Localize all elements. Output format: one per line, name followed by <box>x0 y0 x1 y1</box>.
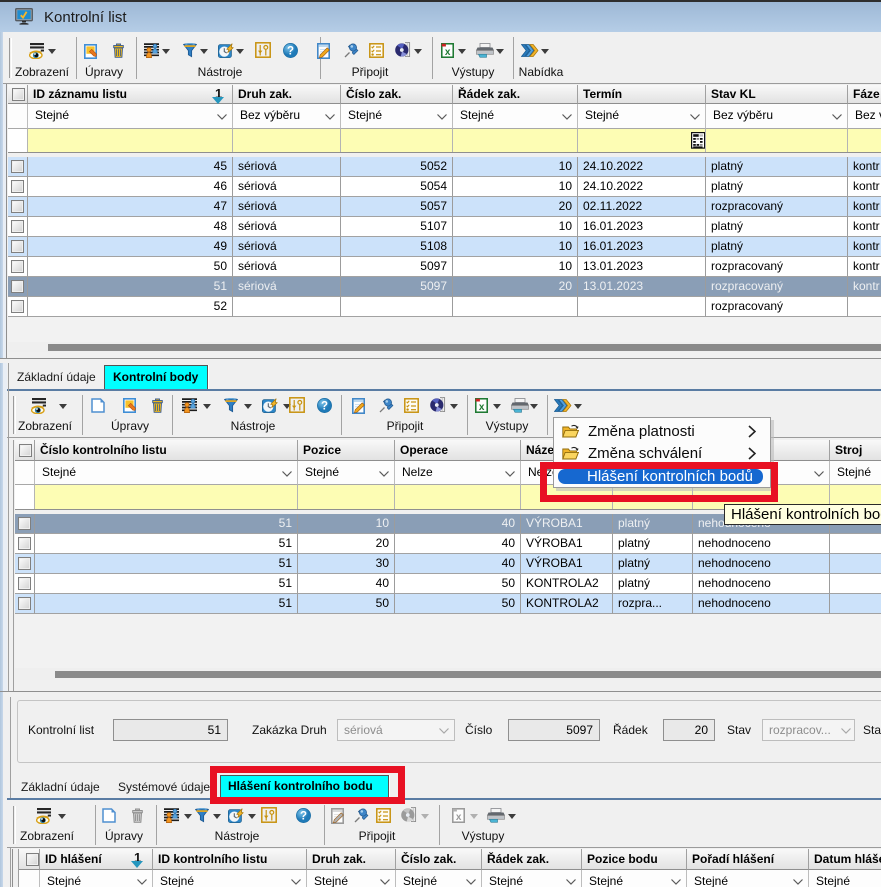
svg-text:?: ? <box>300 811 307 823</box>
svg-text:x: x <box>479 402 485 413</box>
svg-text:x: x <box>445 47 451 58</box>
svg-text:?: ? <box>287 46 294 58</box>
svg-text:x: x <box>456 812 462 823</box>
svg-text:?: ? <box>321 401 328 413</box>
